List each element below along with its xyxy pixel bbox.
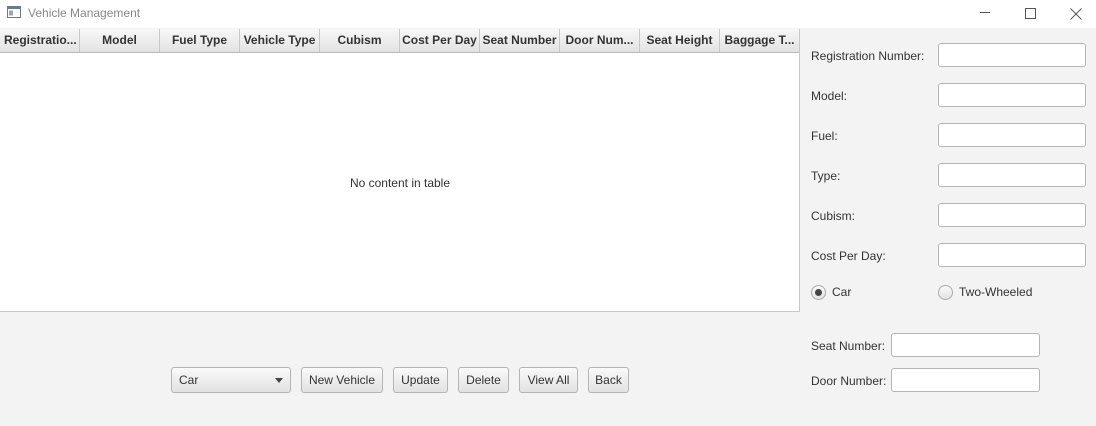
column-header-seat-height[interactable]: Seat Height — [640, 29, 720, 52]
chevron-down-icon — [275, 378, 283, 383]
vehicle-kind-combobox[interactable]: Car — [171, 367, 291, 393]
table-header: Registratio... Model Fuel Type Vehicle T… — [0, 29, 799, 53]
vehicle-kind-selected: Car — [179, 373, 199, 387]
car-radio-label[interactable]: Car — [832, 285, 851, 299]
registration-number-field[interactable] — [938, 43, 1086, 67]
vehicle-management-window: Vehicle Management Registratio... Model … — [0, 0, 1096, 426]
close-icon — [1070, 8, 1082, 20]
two-wheeled-radio-label[interactable]: Two-Wheeled — [959, 285, 1032, 299]
column-header-cubism[interactable]: Cubism — [320, 29, 400, 52]
cubism-label: Cubism: — [811, 209, 856, 223]
column-header-seat-number[interactable]: Seat Number — [480, 29, 560, 52]
car-radio[interactable] — [811, 285, 826, 300]
maximize-button[interactable] — [1007, 0, 1053, 28]
column-header-cost-per-day[interactable]: Cost Per Day — [400, 29, 480, 52]
column-header-door-number[interactable]: Door Num... — [560, 29, 640, 52]
column-header-vehicle-type[interactable]: Vehicle Type — [240, 29, 320, 52]
window-title: Vehicle Management — [28, 6, 141, 20]
minimize-button[interactable] — [962, 0, 1008, 28]
back-button[interactable]: Back — [588, 367, 629, 393]
column-header-model[interactable]: Model — [80, 29, 160, 52]
seat-number-field[interactable] — [891, 333, 1040, 357]
door-number-field[interactable] — [891, 368, 1040, 392]
column-header-baggage[interactable]: Baggage T... — [720, 29, 799, 52]
vehicle-table[interactable]: Registratio... Model Fuel Type Vehicle T… — [0, 29, 800, 312]
cost-per-day-label: Cost Per Day: — [811, 249, 886, 263]
two-wheeled-radio[interactable] — [938, 285, 953, 300]
column-header-registration[interactable]: Registratio... — [0, 29, 80, 52]
table-empty-message: No content in table — [349, 176, 451, 190]
new-vehicle-button[interactable]: New Vehicle — [301, 367, 383, 393]
fuel-label: Fuel: — [811, 129, 838, 143]
window-app-icon — [7, 6, 21, 18]
minimize-icon — [980, 12, 990, 13]
close-button[interactable] — [1053, 0, 1096, 28]
title-bar: Vehicle Management — [0, 0, 1096, 28]
maximize-icon — [1025, 8, 1036, 19]
fuel-field[interactable] — [938, 123, 1086, 147]
door-number-label: Door Number: — [811, 374, 887, 388]
delete-button[interactable]: Delete — [458, 367, 509, 393]
view-all-button[interactable]: View All — [519, 367, 578, 393]
type-field[interactable] — [938, 163, 1086, 187]
cost-per-day-field[interactable] — [938, 243, 1086, 267]
radio-selected-dot — [815, 289, 822, 296]
type-label: Type: — [811, 169, 841, 183]
seat-number-label: Seat Number: — [811, 339, 886, 353]
model-field[interactable] — [938, 83, 1086, 107]
update-button[interactable]: Update — [393, 367, 448, 393]
column-header-fuel-type[interactable]: Fuel Type — [160, 29, 240, 52]
cubism-field[interactable] — [938, 203, 1086, 227]
registration-number-label: Registration Number: — [811, 49, 925, 63]
model-label: Model: — [811, 89, 848, 103]
